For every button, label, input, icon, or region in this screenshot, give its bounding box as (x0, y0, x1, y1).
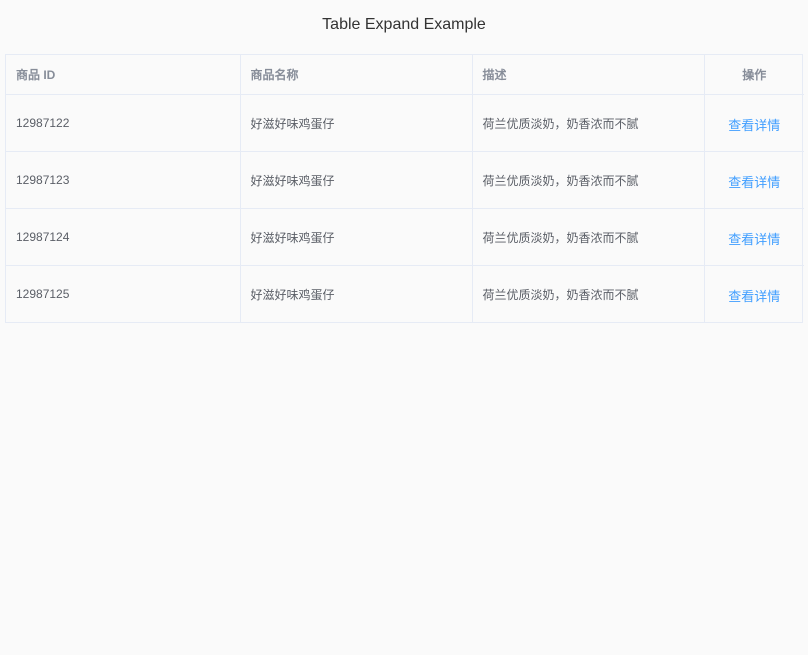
cell-name: 好滋好味鸡蛋仔 (240, 94, 473, 152)
cell-name: 好滋好味鸡蛋仔 (240, 208, 473, 266)
table-row: 12987123 好滋好味鸡蛋仔 荷兰优质淡奶，奶香浓而不腻 查看详情 (6, 151, 804, 209)
cell-name: 好滋好味鸡蛋仔 (240, 265, 473, 322)
cell-desc: 荷兰优质淡奶，奶香浓而不腻 (472, 208, 705, 266)
cell-id: 12987122 (6, 94, 241, 152)
table-header-row: 商品 ID 商品名称 描述 操作 (6, 55, 804, 95)
table-row: 12987125 好滋好味鸡蛋仔 荷兰优质淡奶，奶香浓而不腻 查看详情 (6, 265, 804, 323)
cell-op: 查看详情 (704, 94, 804, 152)
cell-id: 12987123 (6, 151, 241, 209)
page: Table Expand Example 商品 ID 商品名称 描述 操作 12… (0, 0, 808, 655)
page-title: Table Expand Example (322, 16, 486, 33)
column-header-id: 商品 ID (6, 55, 241, 95)
cell-desc: 荷兰优质淡奶，奶香浓而不腻 (472, 151, 705, 209)
cell-desc: 荷兰优质淡奶，奶香浓而不腻 (472, 265, 705, 322)
view-details-link[interactable]: 查看详情 (728, 229, 780, 248)
table-row: 12987122 好滋好味鸡蛋仔 荷兰优质淡奶，奶香浓而不腻 查看详情 (6, 94, 804, 152)
cell-op: 查看详情 (704, 151, 804, 209)
table-body: 12987122 好滋好味鸡蛋仔 荷兰优质淡奶，奶香浓而不腻 查看详情 1298… (6, 94, 804, 323)
cell-op: 查看详情 (704, 266, 804, 323)
view-details-link[interactable]: 查看详情 (728, 286, 780, 305)
cell-desc: 荷兰优质淡奶，奶香浓而不腻 (472, 94, 705, 152)
cell-op: 查看详情 (704, 208, 804, 266)
view-details-link[interactable]: 查看详情 (728, 115, 780, 134)
product-table: 商品 ID 商品名称 描述 操作 12987122 好滋好味鸡蛋仔 荷兰优质淡奶… (5, 54, 804, 323)
table-row: 12987124 好滋好味鸡蛋仔 荷兰优质淡奶，奶香浓而不腻 查看详情 (6, 208, 804, 266)
view-details-link[interactable]: 查看详情 (728, 172, 780, 191)
column-header-op: 操作 (704, 55, 804, 95)
cell-id: 12987124 (6, 208, 241, 266)
product-table-grid: 商品 ID 商品名称 描述 操作 12987122 好滋好味鸡蛋仔 荷兰优质淡奶… (6, 55, 804, 322)
cell-name: 好滋好味鸡蛋仔 (240, 151, 473, 209)
column-header-name: 商品名称 (240, 55, 473, 95)
table-header: 商品 ID 商品名称 描述 操作 (6, 55, 804, 95)
column-header-desc: 描述 (472, 55, 705, 95)
cell-id: 12987125 (6, 265, 241, 322)
